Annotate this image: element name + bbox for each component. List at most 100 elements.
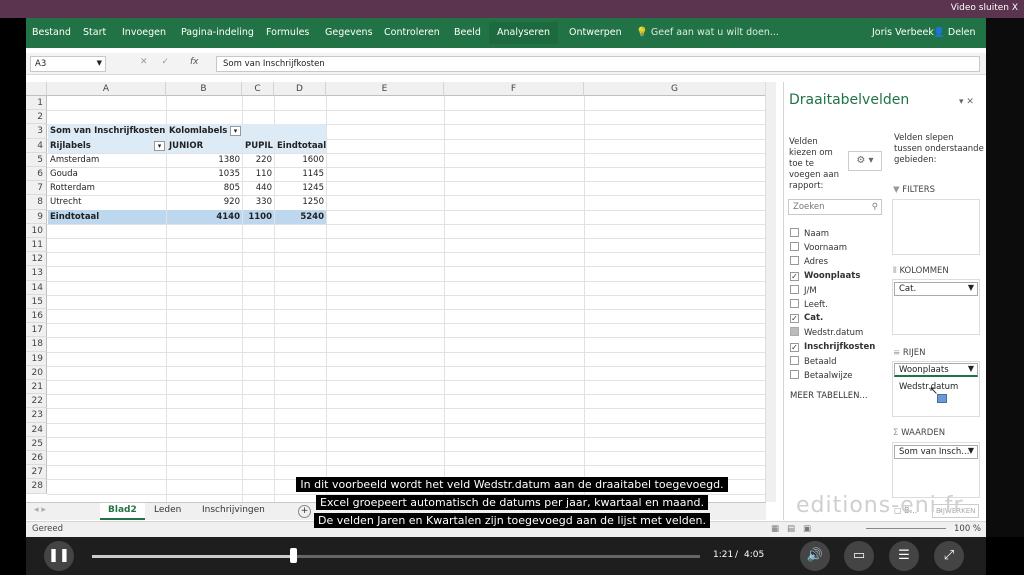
checkbox-icon[interactable] [790, 327, 799, 337]
field-j-m[interactable]: J/M [790, 284, 817, 296]
pivot-cell[interactable]: 1380 [167, 153, 242, 167]
tab-beeld[interactable]: Beeld [454, 27, 481, 38]
row-header-8[interactable]: 8 [26, 195, 47, 210]
fullscreen-icon[interactable]: ⤢ [934, 541, 964, 571]
row-header-21[interactable]: 21 [26, 380, 47, 395]
row-header-4[interactable]: 4 [26, 138, 47, 153]
tab-gegevens[interactable]: Gegevens [325, 27, 373, 38]
row-header-11[interactable]: 11 [26, 238, 47, 253]
row-header-19[interactable]: 19 [26, 351, 47, 366]
checkbox-icon[interactable]: ✓ [790, 271, 799, 281]
checkbox-icon[interactable] [790, 242, 799, 252]
subtitles-icon[interactable]: ▭ [844, 541, 874, 571]
field-wedstr-datum[interactable]: Wedstr.datum [790, 327, 863, 338]
insert-function-button[interactable]: fx [190, 57, 199, 67]
field-inschrijfkosten[interactable]: ✓ Inschrijfkosten [790, 342, 875, 352]
tab-start[interactable]: Start [83, 27, 106, 38]
pivot-total-cell[interactable]: 4140 [167, 209, 242, 224]
field-betaald[interactable]: Betaald [790, 355, 837, 367]
share-button[interactable]: 👤 Delen [933, 27, 976, 38]
pivot-total-cell[interactable]: 1100 [243, 209, 274, 224]
checkbox-icon[interactable] [790, 299, 799, 308]
row-header-26[interactable]: 26 [26, 451, 47, 466]
more-tables-link[interactable]: MEER TABELLEN... [790, 391, 868, 401]
pivot-total-cell[interactable]: Eindtotaal [48, 209, 166, 224]
row-header-6[interactable]: 6 [26, 167, 47, 182]
row-header-25[interactable]: 25 [26, 436, 47, 451]
column-header-e[interactable]: E [326, 82, 444, 96]
tell-me-search[interactable]: 💡 Geef aan wat u wilt doen... [636, 27, 779, 38]
corner-select-all[interactable] [26, 82, 47, 96]
row-header-15[interactable]: 15 [26, 294, 47, 309]
checkbox-icon[interactable] [790, 284, 799, 294]
row-header-24[interactable]: 24 [26, 422, 47, 437]
vertical-scrollbar[interactable] [765, 82, 776, 502]
field-woonplaats[interactable]: ✓ Woonplaats [790, 271, 860, 281]
filter-dropdown-icon[interactable]: ▾ [230, 126, 241, 137]
pivot-cell[interactable]: 1245 [275, 181, 326, 195]
tab-pagina-indeling[interactable]: Pagina-indeling [181, 27, 254, 38]
field-voornaam[interactable]: Voornaam [790, 242, 847, 253]
checkbox-icon[interactable] [790, 370, 799, 379]
formula-cancel-confirm-icons[interactable]: ✕✓ [140, 57, 183, 67]
pivot-column-header[interactable]: JUNIOR [167, 138, 242, 153]
column-header-a[interactable]: A [47, 82, 166, 96]
pivot-cell[interactable]: 1035 [167, 167, 242, 181]
tab-ontwerpen[interactable]: Ontwerpen [569, 27, 622, 38]
field-naam[interactable]: Naam [790, 228, 829, 239]
value-field-som-inschrijfkosten[interactable]: Som van Insch... ▼ [894, 445, 978, 459]
field-search-input[interactable]: Zoeken ⚲ [788, 199, 882, 215]
pivot-cell[interactable]: 330 [243, 195, 274, 209]
checkbox-icon[interactable] [790, 228, 799, 237]
row-header-13[interactable]: 13 [26, 266, 47, 281]
pivot-column-labels[interactable]: Kolomlabels [167, 124, 326, 139]
spreadsheet-grid[interactable]: A B C D E F G 1 2 3 4 5 6 7 8 9 10 11 12 13 14 15 16 17 18 19 20 21… [26, 82, 767, 502]
field-adres[interactable]: Adres [790, 256, 828, 267]
pivot-column-header[interactable]: Eindtotaal [275, 138, 326, 153]
rows-zone[interactable]: Woonplaats ▼ Wedstr.datum ↖ [892, 361, 980, 417]
pivot-cell[interactable]: 110 [243, 167, 274, 181]
field-betaalwijze[interactable]: Betaalwijze [790, 370, 853, 381]
row-header-10[interactable]: 10 [26, 223, 47, 238]
row-header-2[interactable]: 2 [26, 110, 47, 125]
row-header-18[interactable]: 18 [26, 337, 47, 352]
row-header-23[interactable]: 23 [26, 408, 47, 423]
row-header-9[interactable]: 9 [26, 209, 47, 224]
checkbox-icon[interactable] [790, 355, 799, 365]
row-header-7[interactable]: 7 [26, 181, 47, 196]
column-field-cat[interactable]: Cat. ▼ [894, 282, 978, 296]
filters-zone[interactable] [892, 199, 980, 255]
row-header-1[interactable]: 1 [26, 96, 47, 111]
pivot-corner-cell[interactable]: Som van Inschrijfkosten [48, 124, 166, 139]
row-field-woonplaats[interactable]: Woonplaats ▼ [894, 363, 978, 377]
name-box[interactable]: A3 ▼ [30, 56, 106, 72]
pivot-cell[interactable]: 805 [167, 181, 242, 195]
row-header-16[interactable]: 16 [26, 309, 47, 324]
column-header-g[interactable]: G [584, 82, 766, 96]
checkbox-icon[interactable]: ✓ [790, 314, 799, 324]
tab-analyseren[interactable]: Analyseren [489, 22, 558, 44]
pivot-cell[interactable]: 1250 [275, 195, 326, 209]
row-header-12[interactable]: 12 [26, 252, 47, 267]
gear-icon[interactable]: ⚙ ▾ [848, 151, 882, 171]
chapters-icon[interactable]: ☰ [889, 541, 919, 571]
pivot-cell[interactable]: 1600 [275, 153, 326, 167]
volume-icon[interactable]: 🔊 [800, 541, 830, 571]
tab-bestand[interactable]: Bestand [32, 27, 71, 38]
progress-knob[interactable] [289, 548, 297, 563]
pane-options-icon[interactable]: ▾ ✕ [959, 97, 974, 107]
field-cat-[interactable]: ✓ Cat. [790, 313, 823, 324]
row-header-5[interactable]: 5 [26, 152, 47, 167]
video-close-button[interactable]: Video sluiten X [951, 3, 1018, 13]
tab-controleren[interactable]: Controleren [384, 27, 440, 38]
row-header-3[interactable]: 3 [26, 124, 47, 139]
column-header-c[interactable]: C [242, 82, 274, 96]
tab-formules[interactable]: Formules [266, 27, 309, 38]
row-header-17[interactable]: 17 [26, 323, 47, 338]
formula-input[interactable]: Som van Inschrijfkosten [216, 56, 980, 72]
tab-invoegen[interactable]: Invoegen [122, 27, 166, 38]
column-header-d[interactable]: D [274, 82, 326, 96]
checkbox-icon[interactable]: ✓ [790, 342, 799, 352]
pivot-cell[interactable]: 920 [167, 195, 242, 209]
pivot-cell[interactable]: Rotterdam [48, 181, 166, 195]
